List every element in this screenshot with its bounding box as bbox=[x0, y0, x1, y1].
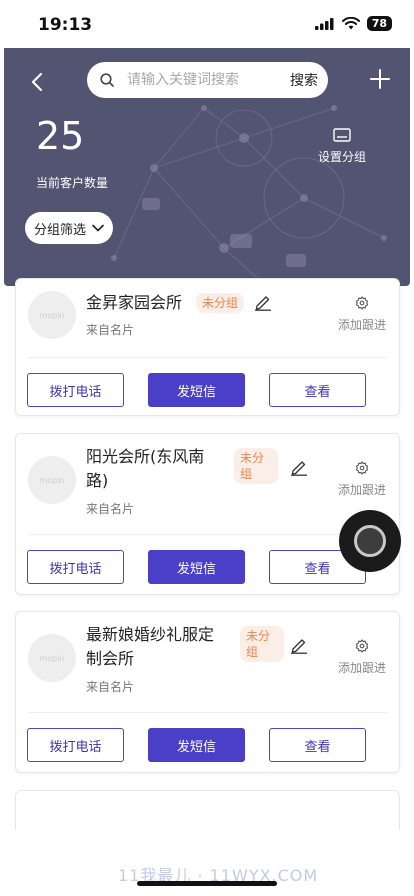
edit-icon[interactable] bbox=[290, 458, 308, 476]
customer-name-line1: 金昇家园会所 bbox=[86, 293, 183, 312]
assistive-touch-button[interactable] bbox=[339, 510, 401, 572]
back-icon[interactable] bbox=[26, 70, 50, 94]
group-badge: 未分组 bbox=[196, 293, 245, 313]
group-filter-label: 分组筛选 bbox=[33, 222, 86, 238]
add-follow-up-button[interactable]: 添加跟进 bbox=[335, 295, 389, 333]
card-divider bbox=[28, 357, 387, 358]
customer-name-line2: 制会所 bbox=[86, 649, 135, 668]
settings-gear-icon bbox=[355, 296, 369, 310]
group-badge: 未分组 bbox=[234, 448, 278, 484]
call-button[interactable]: 拨打电话 bbox=[27, 550, 124, 584]
customer-name-line1: 最新娘婚纱礼服定 bbox=[86, 625, 215, 644]
assistive-touch-icon bbox=[354, 525, 386, 557]
call-button[interactable]: 拨打电话 bbox=[27, 373, 124, 407]
group-settings-label: 设置分组 bbox=[317, 150, 366, 164]
edit-icon[interactable] bbox=[254, 293, 272, 311]
battery-indicator: 78 bbox=[366, 16, 392, 31]
group-settings-button[interactable]: 设置分组 bbox=[302, 128, 382, 165]
customer-name[interactable]: 阳光会所(东风南 路) bbox=[86, 445, 204, 493]
group-badge: 未分组 bbox=[240, 626, 284, 662]
folder-settings-icon bbox=[333, 128, 351, 142]
avatar: mopin bbox=[28, 634, 76, 682]
wifi-icon bbox=[341, 17, 360, 30]
customer-name[interactable]: 金昇家园会所 bbox=[86, 291, 182, 315]
add-icon[interactable] bbox=[369, 68, 391, 90]
customer-count: 25 bbox=[36, 114, 85, 158]
customer-source: 来自名片 bbox=[86, 502, 135, 516]
customer-header: 搜索 25 当前客户数量 设置分组 分组筛选 bbox=[4, 48, 410, 286]
add-follow-up-button[interactable]: 添加跟进 bbox=[335, 460, 389, 498]
customer-card: mopin 最新娘婚纱礼服定 制会所 未分组 添加跟进 来自名片 拨打电话 发短… bbox=[15, 611, 400, 773]
customer-name-line1: 阳光会所(东风南 bbox=[86, 447, 205, 466]
group-filter-button[interactable]: 分组筛选 bbox=[25, 212, 113, 244]
group-badge-text: 未分组 bbox=[246, 629, 271, 659]
add-follow-up-label: 添加跟进 bbox=[337, 483, 386, 497]
customer-name-line2: 路) bbox=[86, 471, 109, 490]
add-follow-up-label: 添加跟进 bbox=[337, 318, 386, 332]
status-time: 19:13 bbox=[38, 15, 93, 35]
customer-source: 来自名片 bbox=[86, 323, 135, 337]
card-divider bbox=[28, 712, 387, 713]
status-icons: 78 bbox=[314, 16, 392, 31]
chevron-down-icon bbox=[92, 224, 104, 232]
sms-button[interactable]: 发短信 bbox=[148, 373, 245, 407]
customer-source: 来自名片 bbox=[86, 680, 135, 694]
call-button[interactable]: 拨打电话 bbox=[27, 728, 124, 762]
avatar: mopin bbox=[28, 291, 76, 339]
customer-name[interactable]: 最新娘婚纱礼服定 制会所 bbox=[86, 623, 214, 671]
home-indicator[interactable] bbox=[137, 881, 277, 886]
settings-gear-icon bbox=[355, 461, 369, 475]
card-divider bbox=[28, 534, 387, 535]
sms-button[interactable]: 发短信 bbox=[148, 550, 245, 584]
view-button[interactable]: 查看 bbox=[269, 728, 366, 762]
search-button[interactable]: 搜索 bbox=[290, 70, 318, 90]
edit-icon[interactable] bbox=[290, 636, 308, 654]
settings-gear-icon bbox=[355, 639, 369, 653]
customer-card bbox=[15, 790, 400, 830]
avatar: mopin bbox=[28, 456, 76, 504]
customer-count-label: 当前客户数量 bbox=[36, 176, 109, 190]
group-badge-text: 未分组 bbox=[240, 451, 265, 481]
view-button[interactable]: 查看 bbox=[269, 373, 366, 407]
customer-card: mopin 金昇家园会所 未分组 添加跟进 来自名片 拨打电话 发短信 查看 bbox=[15, 278, 400, 416]
search-icon bbox=[100, 73, 114, 87]
status-bar: 19:13 78 bbox=[0, 0, 414, 48]
sms-button[interactable]: 发短信 bbox=[148, 728, 245, 762]
search-bar[interactable]: 搜索 bbox=[87, 62, 328, 98]
add-follow-up-button[interactable]: 添加跟进 bbox=[335, 638, 389, 676]
signal-icon bbox=[314, 17, 334, 30]
search-input[interactable] bbox=[127, 62, 277, 98]
customer-card: mopin 阳光会所(东风南 路) 未分组 添加跟进 来自名片 拨打电话 发短信… bbox=[15, 433, 400, 595]
add-follow-up-label: 添加跟进 bbox=[337, 661, 386, 675]
